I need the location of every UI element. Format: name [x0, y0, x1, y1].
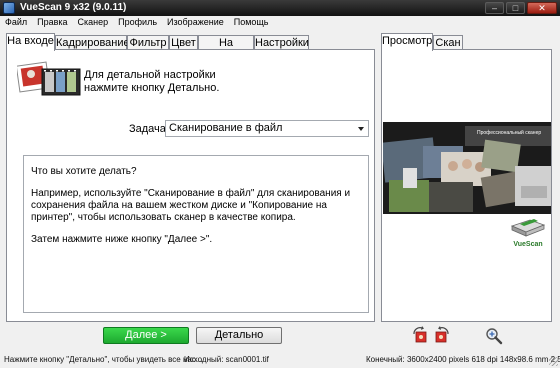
task-label: Задача: — [129, 123, 169, 135]
preview-panel: Профессиональный сканер VueScan — [381, 49, 552, 322]
menu-file[interactable]: Файл — [0, 16, 32, 30]
preview-image: Профессиональный сканер — [383, 122, 551, 214]
menu-profile[interactable]: Профиль — [113, 16, 162, 30]
preview-caption: Профессиональный сканер — [477, 130, 542, 136]
photo-strip-icon — [17, 61, 81, 96]
vuescan-window: VueScan 9 x32 (9.0.11) – □ ✕ Файл Правка… — [0, 0, 560, 368]
tab-preview[interactable]: Просмотр — [381, 33, 433, 51]
app-icon[interactable] — [3, 2, 15, 14]
resize-grip-icon[interactable] — [549, 357, 558, 366]
close-icon[interactable]: ✕ — [527, 2, 557, 14]
input-panel: Для детальной настройки нажмите кнопку Д… — [6, 49, 375, 322]
status-bar: Нажмите кнопку "Детально", чтобы увидеть… — [0, 352, 560, 368]
details-button[interactable]: Детально — [196, 327, 282, 344]
hint-text: Для детальной настройки нажмите кнопку Д… — [84, 69, 219, 95]
help-next-step: Затем нажмите ниже кнопку "Далее >". — [31, 234, 213, 245]
window-controls: – □ ✕ — [485, 2, 557, 14]
title-bar: VueScan 9 x32 (9.0.11) – □ ✕ — [0, 0, 560, 16]
menu-image[interactable]: Изображение — [162, 16, 229, 30]
hint-line-1: Для детальной настройки — [84, 69, 216, 81]
menu-help[interactable]: Помощь — [229, 16, 274, 30]
vuescan-logo: VueScan — [508, 216, 548, 248]
status-source-file: Исходный: scan0001.tif — [184, 355, 269, 364]
task-select[interactable]: Сканирование в файл — [165, 120, 369, 137]
help-question: Что вы хотите делать? — [31, 166, 137, 177]
menu-bar: Файл Правка Сканер Профиль Изображение П… — [0, 16, 560, 30]
rotate-left-icon[interactable] — [411, 326, 429, 344]
window-title: VueScan 9 x32 (9.0.11) — [20, 2, 127, 13]
menu-edit[interactable]: Правка — [32, 16, 72, 30]
rotate-right-icon[interactable] — [433, 326, 451, 344]
zoom-icon[interactable] — [485, 327, 503, 345]
task-select-value: Сканирование в файл — [169, 122, 283, 134]
help-example: Например, используйте "Сканирование в фа… — [31, 188, 351, 223]
hint-line-2: нажмите кнопку Детально. — [84, 82, 220, 94]
menu-scanner[interactable]: Сканер — [73, 16, 114, 30]
next-button[interactable]: Далее > — [103, 327, 189, 344]
minimize-icon[interactable]: – — [485, 2, 504, 14]
logo-text: VueScan — [513, 241, 543, 248]
tab-input[interactable]: На входе — [6, 33, 55, 51]
chevron-down-icon — [358, 127, 364, 131]
status-hint: Нажмите кнопку "Детально", чтобы увидеть… — [4, 355, 203, 364]
scanner-icon — [510, 219, 546, 237]
maximize-icon[interactable]: □ — [506, 2, 525, 14]
help-text-box: Что вы хотите делать? Например, использу… — [23, 155, 369, 313]
status-final-size: Конечный: 3600x2400 pixels 618 dpi 148x9… — [366, 355, 560, 364]
